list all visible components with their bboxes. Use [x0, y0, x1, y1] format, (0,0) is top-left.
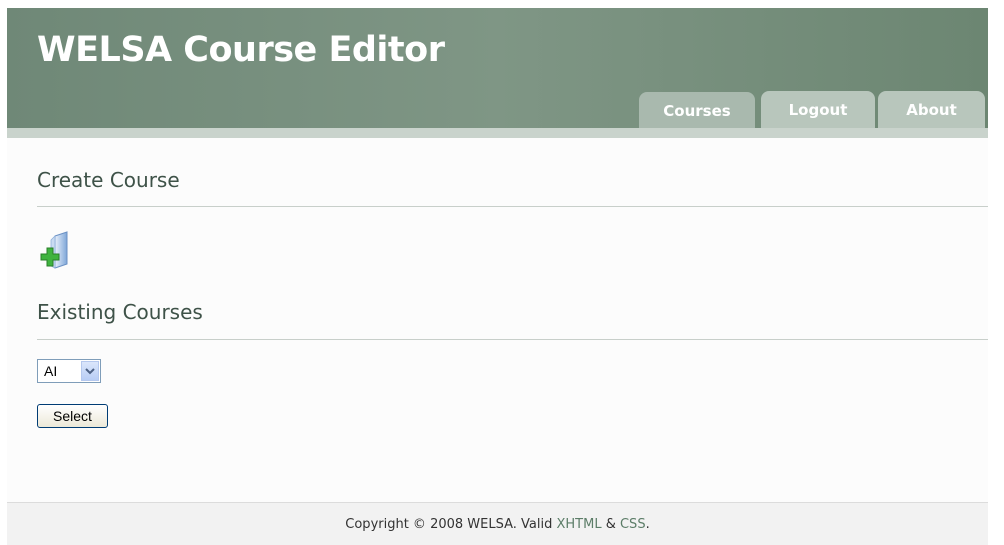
- site-title: WELSA Course Editor: [37, 30, 445, 70]
- header: WELSA Course Editor Courses Logout About: [7, 8, 988, 130]
- course-select[interactable]: AI: [37, 359, 101, 383]
- page: WELSA Course Editor Courses Logout About…: [7, 8, 988, 545]
- divider: [37, 339, 988, 340]
- tab-about[interactable]: About: [878, 91, 985, 129]
- tab-logout-label: Logout: [788, 101, 848, 119]
- tab-logout[interactable]: Logout: [761, 91, 875, 129]
- footer-text-suffix: .: [645, 516, 650, 532]
- xhtml-link[interactable]: XHTML: [556, 517, 601, 532]
- tab-about-label: About: [906, 101, 957, 119]
- create-course-heading: Create Course: [37, 168, 180, 192]
- add-folder-icon[interactable]: [37, 230, 77, 270]
- select-button[interactable]: Select: [37, 404, 108, 428]
- footer-text-prefix: Copyright © 2008 WELSA. Valid: [345, 516, 557, 532]
- css-link[interactable]: CSS: [620, 517, 646, 532]
- existing-courses-heading: Existing Courses: [37, 300, 203, 324]
- footer-text-middle: &: [601, 516, 620, 532]
- chevron-down-icon[interactable]: [81, 361, 99, 381]
- tab-courses-label: Courses: [663, 102, 731, 120]
- tab-courses[interactable]: Courses: [639, 92, 755, 130]
- divider: [37, 206, 988, 207]
- course-select-value: AI: [44, 363, 58, 379]
- tab-bar-strip: [7, 128, 988, 138]
- footer: Copyright © 2008 WELSA. Valid XHTML & CS…: [7, 502, 988, 545]
